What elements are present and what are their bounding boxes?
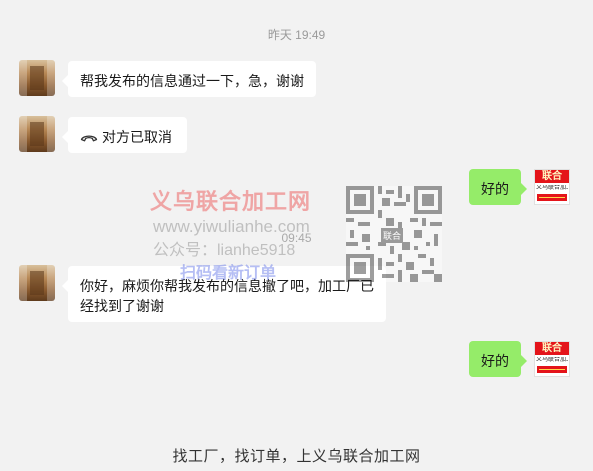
message-bubble[interactable]: 你好，麻烦你帮我发布的信息撤了吧，加工厂已经找到了谢谢 [62, 266, 386, 322]
hangup-phone-icon [80, 128, 98, 142]
avatar-sub-text: 义乌联合加工网 [536, 357, 568, 363]
message-text: 你好，麻烦你帮我发布的信息撤了吧，加工厂已经找到了谢谢 [80, 278, 374, 314]
avatar-stripe-line [539, 369, 565, 370]
timestamp: 09:45 [281, 231, 312, 245]
call-cancelled-bubble[interactable]: 对方已取消 [62, 117, 187, 153]
message-text: 帮我发布的信息通过一下，急，谢谢 [80, 73, 304, 89]
avatar-logo-text: 联合 [535, 170, 569, 183]
avatar-stripe-line [539, 197, 565, 198]
timestamp: 昨天 19:49 [267, 28, 326, 42]
watermark-title: 义乌联合加工网 [150, 190, 312, 215]
chat-area: 昨天 19:49 帮我发布的信息通过一下，急，谢谢 对方已取消 好的 联合 义乌… [0, 0, 593, 471]
message-bubble-own[interactable]: 好的 [469, 169, 527, 205]
avatar-own[interactable]: 联合 义乌联合加工网 [534, 169, 570, 205]
footer-slogan: 找工厂，找订单，上义乌联合加工网 [172, 448, 421, 465]
avatar[interactable] [19, 60, 55, 96]
avatar-sub-text: 义乌联合加工网 [536, 185, 568, 191]
avatar[interactable] [19, 265, 55, 301]
message-text: 对方已取消 [102, 129, 172, 145]
message-bubble-own[interactable]: 好的 [469, 341, 527, 377]
avatar-own[interactable]: 联合 义乌联合加工网 [534, 341, 570, 377]
avatar[interactable] [19, 116, 55, 152]
message-text: 好的 [481, 181, 509, 197]
message-text: 好的 [481, 353, 509, 369]
avatar-logo-text: 联合 [535, 342, 569, 355]
message-bubble[interactable]: 帮我发布的信息通过一下，急，谢谢 [62, 61, 316, 97]
